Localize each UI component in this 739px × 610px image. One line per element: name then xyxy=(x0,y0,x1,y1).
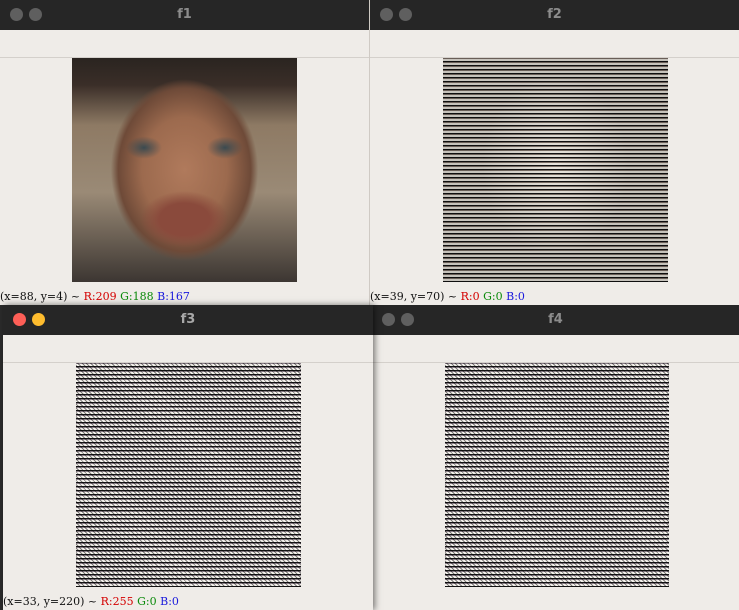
window-f4: f4 xyxy=(372,305,739,610)
image-canvas[interactable] xyxy=(443,58,668,282)
pixel-red: R:0 xyxy=(460,290,480,303)
titlebar[interactable]: f3 xyxy=(3,305,373,335)
pixel-blue: B:0 xyxy=(160,595,179,608)
toolbar xyxy=(370,30,739,58)
image-canvas[interactable] xyxy=(445,363,669,587)
window-title: f3 xyxy=(180,312,196,327)
window-f3: f3 (x=33, y=220) ~ R:255 G:0 B:0 xyxy=(3,305,373,610)
status-bar: (x=39, y=70) ~ R:0 G:0 B:0 xyxy=(370,290,739,304)
window-title: f4 xyxy=(548,312,563,327)
toolbar xyxy=(0,30,369,58)
window-title: f2 xyxy=(547,7,562,22)
window-f2: f2 (x=39, y=70) ~ R:0 G:0 B:0 xyxy=(369,0,739,305)
window-title: f1 xyxy=(177,7,192,22)
status-bar: (x=88, y=4) ~ R:209 G:188 B:167 xyxy=(0,290,369,304)
titlebar[interactable]: f1 xyxy=(0,0,369,30)
pixel-green: G:0 xyxy=(137,595,157,608)
toolbar xyxy=(372,335,739,363)
pixel-blue: B:167 xyxy=(157,290,190,303)
titlebar[interactable]: f2 xyxy=(370,0,739,30)
pixel-blue: B:0 xyxy=(506,290,525,303)
pixel-red: R:255 xyxy=(100,595,134,608)
image-canvas[interactable] xyxy=(76,363,301,587)
cursor-coords: (x=39, y=70) ~ xyxy=(370,290,458,303)
window-f1: f1 (x=88, y=4) ~ R:209 G:188 B:167 xyxy=(0,0,369,305)
pixel-green: G:188 xyxy=(120,290,154,303)
pixel-red: R:209 xyxy=(83,290,117,303)
image-canvas[interactable] xyxy=(72,58,297,282)
pixel-green: G:0 xyxy=(483,290,503,303)
status-bar: (x=33, y=220) ~ R:255 G:0 B:0 xyxy=(3,595,373,609)
titlebar[interactable]: f4 xyxy=(372,305,739,335)
cursor-coords: (x=33, y=220) ~ xyxy=(3,595,98,608)
cursor-coords: (x=88, y=4) ~ xyxy=(0,290,81,303)
toolbar xyxy=(3,335,373,363)
